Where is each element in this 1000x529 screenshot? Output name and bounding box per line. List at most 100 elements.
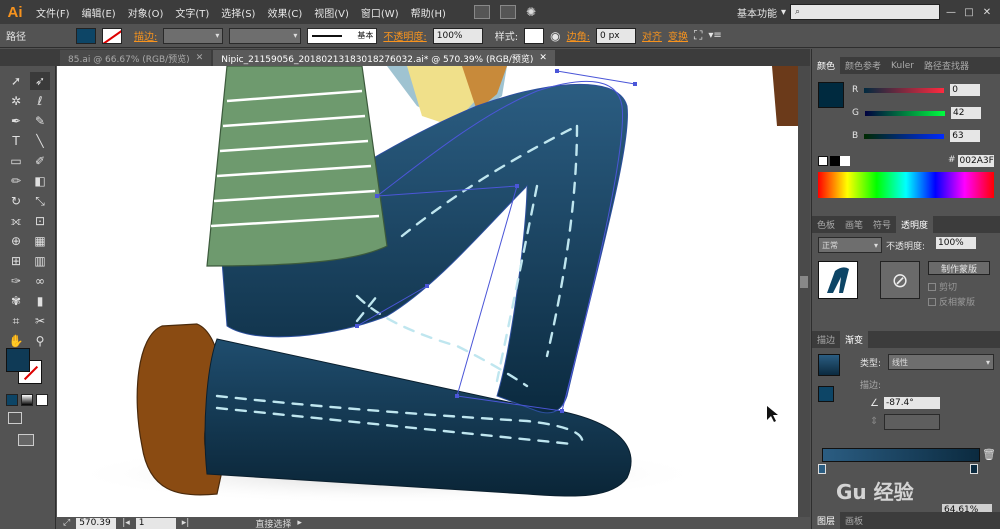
opacity-field[interactable]: 100% — [936, 237, 976, 249]
tab-color-guide[interactable]: 颜色参考 — [840, 57, 886, 74]
type-tool-icon[interactable]: T — [6, 132, 26, 150]
tab-color[interactable]: 颜色 — [812, 57, 841, 74]
lasso-icon[interactable]: ℓ — [30, 92, 50, 110]
column-graph-icon[interactable]: ▮ — [30, 292, 50, 310]
arrange-documents-icon[interactable] — [499, 5, 516, 19]
magic-wand-icon[interactable]: ✲ — [6, 92, 26, 110]
scale-tool-icon[interactable]: ⤡ — [30, 192, 50, 210]
r-slider[interactable] — [864, 87, 945, 93]
artboard-number-field[interactable]: 1 — [135, 517, 176, 529]
bridge-icon[interactable] — [473, 5, 490, 19]
current-color-swatch[interactable] — [818, 82, 844, 108]
corner-field[interactable]: 0 px — [595, 27, 636, 44]
gpu-performance-icon[interactable]: ✺ — [526, 5, 536, 19]
tab-layers[interactable]: 图层 — [812, 512, 841, 529]
perspective-grid-icon[interactable]: ▦ — [30, 232, 50, 250]
artboard-canvas[interactable] — [57, 66, 798, 517]
invert-mask-checkbox-row[interactable]: 反相蒙版 — [928, 295, 975, 308]
symbol-sprayer-icon[interactable]: ✾ — [6, 292, 26, 310]
nav-last-icon[interactable]: ▸| — [182, 518, 190, 528]
menu-type[interactable]: 文字(T) — [169, 5, 215, 20]
free-transform-icon[interactable]: ⊡ — [30, 212, 50, 230]
rectangle-tool-icon[interactable]: ▭ — [6, 152, 26, 170]
paintbrush-icon[interactable]: ✐ — [30, 152, 50, 170]
gradient-type-dropdown[interactable]: 线性 ▾ — [888, 354, 994, 370]
tab-artboards[interactable]: 画板 — [840, 512, 868, 529]
mesh-tool-icon[interactable]: ⊞ — [6, 252, 26, 270]
chevron-down-icon[interactable]: ▾ — [781, 7, 786, 18]
menu-help[interactable]: 帮助(H) — [405, 5, 452, 20]
opacity-field[interactable]: 100% — [432, 27, 483, 44]
scrollbar-thumb[interactable] — [800, 276, 808, 288]
blend-tool-icon[interactable]: ∞ — [30, 272, 50, 290]
direct-selection-tool-icon[interactable]: ➶ — [30, 72, 50, 90]
panel-menu-icon[interactable]: ▾≡ — [708, 30, 721, 41]
tab-symbols[interactable]: 符号 — [868, 216, 896, 233]
selection-tool-icon[interactable]: ➚ — [6, 72, 26, 90]
zoom-field[interactable]: 570.39 — [76, 517, 117, 529]
rotate-tool-icon[interactable]: ↻ — [6, 192, 26, 210]
tab-pathfinder[interactable]: 路径查找器 — [919, 57, 974, 74]
workspace-label[interactable]: 基本功能 — [737, 5, 777, 20]
eyedropper-icon[interactable]: ✑ — [6, 272, 26, 290]
vertical-scrollbar[interactable] — [798, 66, 810, 517]
menu-object[interactable]: 对象(O) — [122, 5, 170, 20]
status-arrow-icon[interactable]: ▸ — [297, 518, 302, 528]
pen-tool-icon[interactable]: ✒ — [6, 112, 26, 130]
black-swatch[interactable] — [830, 156, 840, 166]
gradient-stop-right[interactable] — [970, 464, 978, 474]
r-value-field[interactable]: 0 — [950, 84, 981, 96]
stroke-profile-dropdown[interactable]: 基本 — [307, 27, 378, 44]
gradient-stop-left[interactable] — [818, 464, 826, 474]
menu-window[interactable]: 窗口(W) — [355, 5, 405, 20]
b-slider[interactable] — [864, 133, 945, 139]
opacity-label[interactable]: 不透明度: — [383, 28, 426, 43]
gradient-slider[interactable] — [822, 448, 980, 462]
width-tool-icon[interactable]: ⟗ — [6, 212, 26, 230]
trash-icon[interactable]: 🗑 — [982, 448, 996, 461]
minimize-button[interactable]: — — [944, 7, 958, 18]
white-swatch[interactable] — [840, 156, 850, 166]
menu-file[interactable]: 文件(F) — [30, 5, 76, 20]
corner-label[interactable]: 边角: — [567, 28, 590, 43]
fill-swatch[interactable] — [76, 27, 96, 44]
menu-view[interactable]: 视图(V) — [308, 5, 355, 20]
gradient-mode-icon[interactable] — [21, 394, 33, 406]
recolor-icon[interactable]: ◉ — [550, 29, 560, 43]
tab-stroke[interactable]: 描边 — [812, 331, 840, 348]
tab-kuler[interactable]: Kuler — [886, 57, 919, 74]
line-tool-icon[interactable]: ╲ — [30, 132, 50, 150]
pencil-icon[interactable]: ✏ — [6, 172, 26, 190]
b-value-field[interactable]: 63 — [950, 130, 981, 142]
draw-mode-icon[interactable] — [8, 412, 22, 424]
transform-link[interactable]: 变换 — [668, 28, 688, 43]
stroke-swatch[interactable] — [102, 27, 122, 44]
fill-color-box[interactable] — [6, 348, 30, 372]
close-icon[interactable]: ✕ — [196, 53, 204, 63]
menu-effect[interactable]: 效果(C) — [261, 5, 308, 20]
shape-builder-icon[interactable]: ⊕ — [6, 232, 26, 250]
menu-edit[interactable]: 编辑(E) — [76, 5, 122, 20]
tab-gradient[interactable]: 渐变 — [840, 331, 869, 348]
curvature-tool-icon[interactable]: ✎ — [30, 112, 50, 130]
close-button[interactable]: ✕ — [980, 7, 994, 18]
isolate-icon[interactable]: ⛶ — [694, 28, 702, 43]
slice-tool-icon[interactable]: ✂ — [30, 312, 50, 330]
maximize-button[interactable]: □ — [962, 7, 976, 18]
menu-select[interactable]: 选择(S) — [215, 5, 261, 20]
clip-checkbox[interactable] — [928, 282, 936, 291]
tab-document-2[interactable]: Nipic_21159056_20180213183018276032.ai* … — [213, 50, 555, 66]
invert-mask-checkbox[interactable] — [928, 297, 936, 306]
tab-brushes[interactable]: 画笔 — [840, 216, 868, 233]
align-link[interactable]: 对齐 — [642, 28, 662, 43]
fill-stroke-mini[interactable] — [818, 386, 834, 402]
graphic-style-swatch[interactable] — [524, 27, 545, 44]
nav-first-icon[interactable]: |◂ — [122, 518, 130, 528]
screen-mode-icon[interactable] — [18, 434, 34, 446]
variable-width-dropdown[interactable]: ▾ — [229, 27, 302, 44]
tab-document-1[interactable]: 85.ai @ 66.67% (RGB/预览) ✕ — [60, 50, 212, 66]
color-spectrum[interactable] — [818, 172, 994, 198]
search-input[interactable]: ⌕ — [790, 4, 940, 20]
zoom-tool-icon[interactable]: ⚲ — [30, 332, 50, 350]
g-value-field[interactable]: 42 — [950, 107, 981, 119]
